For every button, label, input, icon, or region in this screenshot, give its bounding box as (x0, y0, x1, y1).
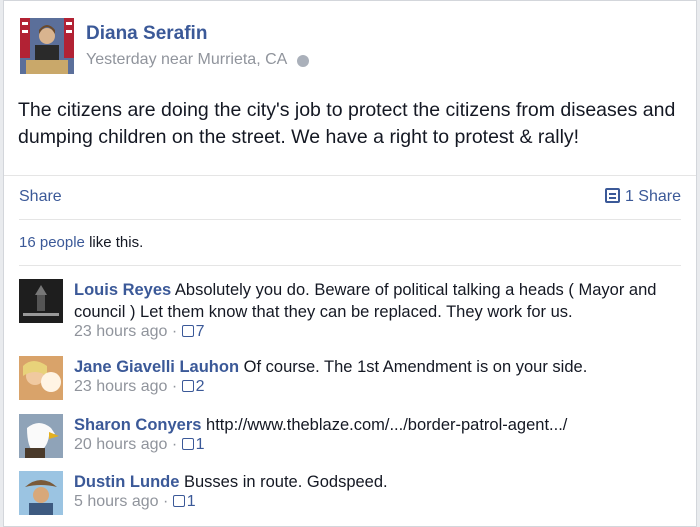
comment-meta: 23 hours ago · 2 (74, 378, 205, 395)
comment-meta: 23 hours ago · 7 (74, 323, 205, 340)
commenter-photo (19, 356, 63, 400)
like-thumb-icon (181, 437, 194, 450)
share-icon (604, 188, 620, 204)
commenter-photo (19, 414, 63, 458)
commenter-avatar[interactable] (19, 356, 63, 400)
author-photo (20, 18, 74, 74)
comment-body: Louis Reyes Absolutely you do. Beware of… (74, 279, 679, 323)
post-time[interactable]: Yesterday (86, 51, 157, 68)
comment-time[interactable]: 5 hours ago (74, 493, 159, 510)
share-count-label: 1 Share (624, 188, 681, 205)
share-count[interactable]: 1 Share (604, 188, 681, 206)
like-thumb-icon (181, 379, 194, 392)
comment-link[interactable]: http://www.theblaze.com/.../border-patro… (206, 416, 567, 434)
comment-item: Dustin Lunde Busses in route. Godspeed. … (19, 471, 689, 521)
commenter-avatar[interactable] (19, 471, 63, 515)
comment-like-count[interactable]: 1 (196, 436, 205, 453)
divider (19, 219, 681, 220)
commenter-name[interactable]: Jane Giavelli Lauhon (74, 358, 239, 376)
commenter-avatar[interactable] (19, 414, 63, 458)
commenter-avatar[interactable] (19, 279, 63, 323)
post-card: Diana Serafin Yesterday near Murrieta, C… (3, 0, 697, 527)
comment-body: Dustin Lunde Busses in route. Godspeed. (74, 471, 679, 493)
globe-icon (296, 54, 309, 67)
comment-like-count[interactable]: 2 (196, 378, 205, 395)
post-location[interactable]: Murrieta, CA (198, 51, 287, 68)
comment-time[interactable]: 23 hours ago (74, 378, 167, 395)
commenter-name[interactable]: Louis Reyes (74, 281, 171, 299)
author-name[interactable]: Diana Serafin (86, 23, 207, 45)
comment-item: Louis Reyes Absolutely you do. Beware of… (19, 279, 689, 349)
comment-item: Sharon Conyers http://www.theblaze.com/.… (19, 414, 689, 464)
near-word: near (161, 51, 194, 68)
likes-suffix: like this. (84, 234, 144, 251)
share-button[interactable]: Share (19, 188, 62, 206)
divider (19, 265, 681, 266)
likes-people-link[interactable]: 16 people (19, 234, 85, 251)
post-text: The citizens are doing the city's job to… (18, 99, 676, 148)
divider (4, 175, 696, 176)
commenter-photo (19, 471, 63, 515)
post-meta: Yesterday near Murrieta, CA (86, 51, 309, 69)
comment-body: Sharon Conyers http://www.theblaze.com/.… (74, 414, 679, 436)
like-thumb-icon (181, 324, 194, 337)
comment-body: Jane Giavelli Lauhon Of course. The 1st … (74, 356, 679, 378)
comment-like-count[interactable]: 1 (187, 493, 196, 510)
commenter-name[interactable]: Dustin Lunde (74, 473, 179, 491)
author-avatar[interactable] (20, 18, 74, 74)
comment-time[interactable]: 23 hours ago (74, 323, 167, 340)
comment-time[interactable]: 20 hours ago (74, 436, 167, 453)
comment-like-count[interactable]: 7 (196, 323, 205, 340)
comment-text: Of course. The 1st Amendment is on your … (243, 358, 588, 376)
like-thumb-icon (172, 494, 185, 507)
comment-meta: 5 hours ago · 1 (74, 493, 196, 510)
likes-summary: 16 people like this. (19, 234, 143, 251)
comment-item: Jane Giavelli Lauhon Of course. The 1st … (19, 356, 689, 406)
commenter-photo (19, 279, 63, 323)
comment-text: Busses in route. Godspeed. (184, 473, 388, 491)
comment-meta: 20 hours ago · 1 (74, 436, 205, 453)
commenter-name[interactable]: Sharon Conyers (74, 416, 201, 434)
